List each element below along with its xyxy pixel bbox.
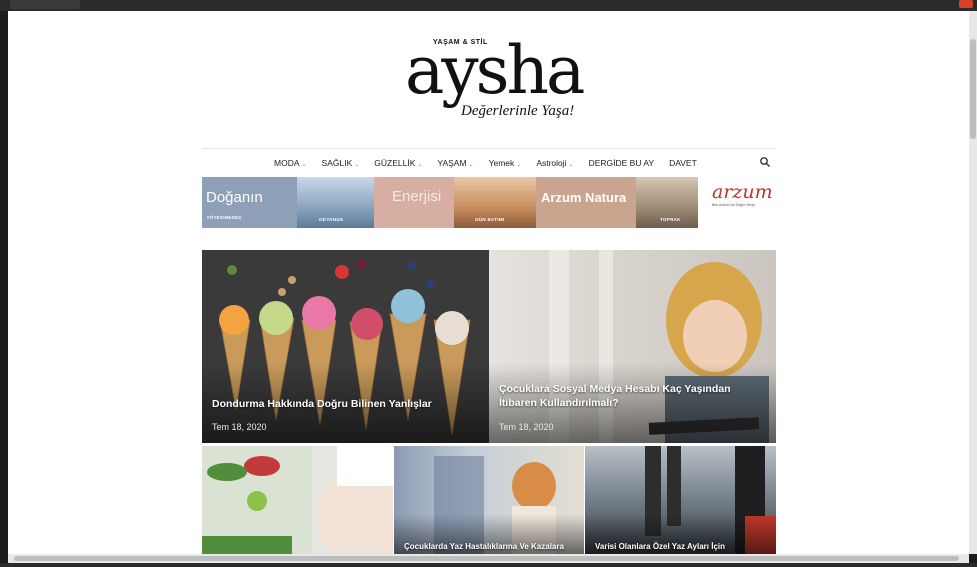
logo-tagline: Değerlerinle Yaşa!: [461, 103, 575, 119]
logo-prefix: YAŞAM & STİL: [433, 39, 488, 46]
nav-item-güzelli̇k[interactable]: GÜZELLİK ⌄: [374, 158, 422, 168]
chevron-down-icon: ⌄: [568, 162, 574, 168]
post-tile-varicose-summer[interactable]: Varisi Olanlara Özel Yaz Ayları İçin: [585, 446, 776, 554]
nav-item-yaşam[interactable]: YAŞAM ⌄: [437, 158, 473, 168]
horizontal-scrollbar[interactable]: [8, 554, 969, 563]
nav-items: MODA ⌄ SAĞLIK ⌄ GÜZELLİK ⌄ YAŞAM ⌄ Yemek ⌄ Astrolo…: [274, 149, 697, 177]
nav-item-astroloji[interactable]: Astroloji ⌄: [536, 158, 573, 168]
chevron-down-icon: ⌄: [516, 162, 522, 168]
logo-name: aysha: [405, 32, 585, 109]
nav-item-sağlik[interactable]: SAĞLIK ⌄: [322, 158, 360, 168]
nav-item-davet[interactable]: DAVET: [669, 158, 697, 168]
site-logo[interactable]: aysha YAŞAM & STİL Değerlerinle Yaşa!: [403, 31, 588, 141]
main-nav: MODA ⌄ SAĞLIK ⌄ GÜZELLİK ⌄ YAŞAM ⌄ Yemek ⌄ Astrolo…: [202, 148, 775, 178]
post-title[interactable]: Çocuklarda Yaz Hastalıklarına Ve Kazalar…: [404, 542, 564, 551]
banner-word-1: Doğanın: [206, 189, 263, 206]
post-tile-children-summer-illness[interactable]: Çocuklarda Yaz Hastalıklarına Ve Kazalar…: [394, 446, 584, 554]
nav-item-label: Yemek: [488, 158, 515, 168]
banner-word-2: Enerjisi: [392, 188, 442, 205]
arzum-tagline: Ben Arzum'um Değer Verşe: [712, 203, 756, 207]
banner-label-sunset: GÜN BATIMI: [475, 217, 505, 222]
chevron-down-icon: ⌄: [417, 162, 423, 168]
nav-item-label: SAĞLIK: [321, 158, 353, 168]
chevron-down-icon: ⌄: [301, 162, 307, 168]
banner-label-earth: TOPRAK: [660, 217, 681, 222]
featured-title[interactable]: Dondurma Hakkında Doğru Bilinen Yanlışla…: [212, 397, 432, 411]
nav-item-label: Astroloji: [536, 158, 567, 168]
banner-word-3: Arzum Natura: [541, 190, 627, 205]
featured-post-children-social-media[interactable]: Çocuklara Sosyal Medya Hesabı Kaç Yaşınd…: [489, 250, 776, 443]
nav-item-dergi̇de-bu-ay[interactable]: DERGİDE BU AY: [589, 158, 655, 168]
page-viewport: aysha YAŞAM & STİL Değerlerinle Yaşa! MO…: [8, 11, 969, 554]
chevron-down-icon: ⌄: [468, 162, 474, 168]
featured-post-ice-cream[interactable]: Dondurma Hakkında Doğru Bilinen Yanlışla…: [202, 250, 489, 443]
pregnancy-image: [202, 446, 393, 554]
browser-tab[interactable]: [10, 0, 80, 9]
banner-hashtag: #ÖTESİNESEÇ: [207, 215, 242, 220]
nav-item-label: YAŞAM: [437, 158, 467, 168]
arzum-banner-ad[interactable]: Doğanın Enerjisi Arzum Natura #ÖTESİNESE…: [202, 177, 775, 228]
nav-item-label: GÜZELLİK: [374, 158, 416, 168]
featured-date: Tem 18, 2020: [499, 422, 554, 432]
post-title[interactable]: Varisi Olanlara Özel Yaz Ayları İçin: [595, 542, 725, 551]
featured-title[interactable]: Çocuklara Sosyal Medya Hesabı Kaç Yaşınd…: [499, 382, 749, 410]
featured-date: Tem 18, 2020: [212, 422, 267, 432]
chevron-down-icon: ⌄: [354, 162, 360, 168]
nav-item-label: DAVET: [669, 158, 697, 168]
nav-item-label: DERGİDE BU AY: [588, 158, 655, 168]
browser-top-bar: [0, 0, 977, 11]
nav-item-moda[interactable]: MODA ⌄: [274, 158, 307, 168]
arzum-logo: arzum: [712, 181, 773, 203]
nav-item-yemek[interactable]: Yemek ⌄: [489, 158, 522, 168]
banner-label-ocean: OKYANUS: [319, 217, 344, 222]
search-icon[interactable]: [759, 156, 771, 168]
post-tile-pregnancy-nutrition[interactable]: [202, 446, 393, 554]
window-bottom-edge: [0, 563, 977, 567]
vertical-scrollbar[interactable]: [969, 11, 977, 554]
close-window-button[interactable]: [959, 0, 973, 8]
scrollbar-thumb[interactable]: [970, 39, 976, 139]
scrollbar-thumb[interactable]: [14, 556, 959, 561]
nav-item-label: MODA: [274, 158, 300, 168]
